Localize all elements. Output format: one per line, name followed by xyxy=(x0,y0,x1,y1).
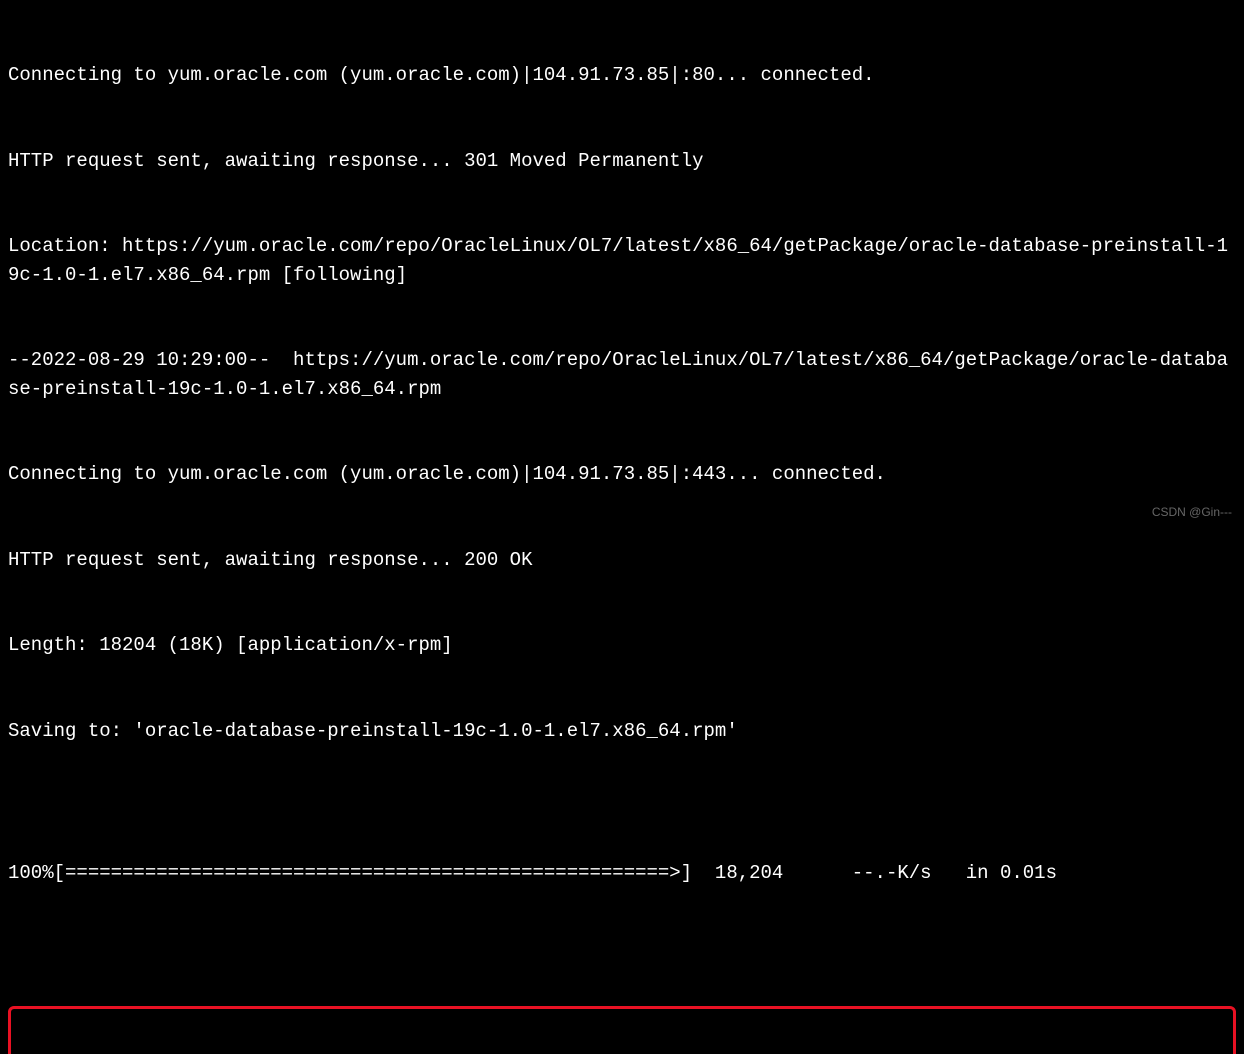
highlighted-output: 2022-08-29 10:29:01 (1.37 MB/s) - 'oracl… xyxy=(8,1006,1236,1054)
output-line: HTTP request sent, awaiting response... … xyxy=(8,546,1236,575)
output-line: --2022-08-29 10:29:00-- https://yum.orac… xyxy=(8,346,1236,403)
watermark-text: CSDN @Gin--- xyxy=(1152,503,1232,521)
output-line: Length: 18204 (18K) [application/x-rpm] xyxy=(8,631,1236,660)
output-line: Saving to: 'oracle-database-preinstall-1… xyxy=(8,717,1236,746)
output-line: HTTP request sent, awaiting response... … xyxy=(8,147,1236,176)
progress-line: 100%[===================================… xyxy=(8,859,1236,888)
output-line: Connecting to yum.oracle.com (yum.oracle… xyxy=(8,460,1236,489)
terminal-output: Connecting to yum.oracle.com (yum.oracle… xyxy=(8,4,1236,1054)
output-line: Connecting to yum.oracle.com (yum.oracle… xyxy=(8,61,1236,90)
output-line: Location: https://yum.oracle.com/repo/Or… xyxy=(8,232,1236,289)
